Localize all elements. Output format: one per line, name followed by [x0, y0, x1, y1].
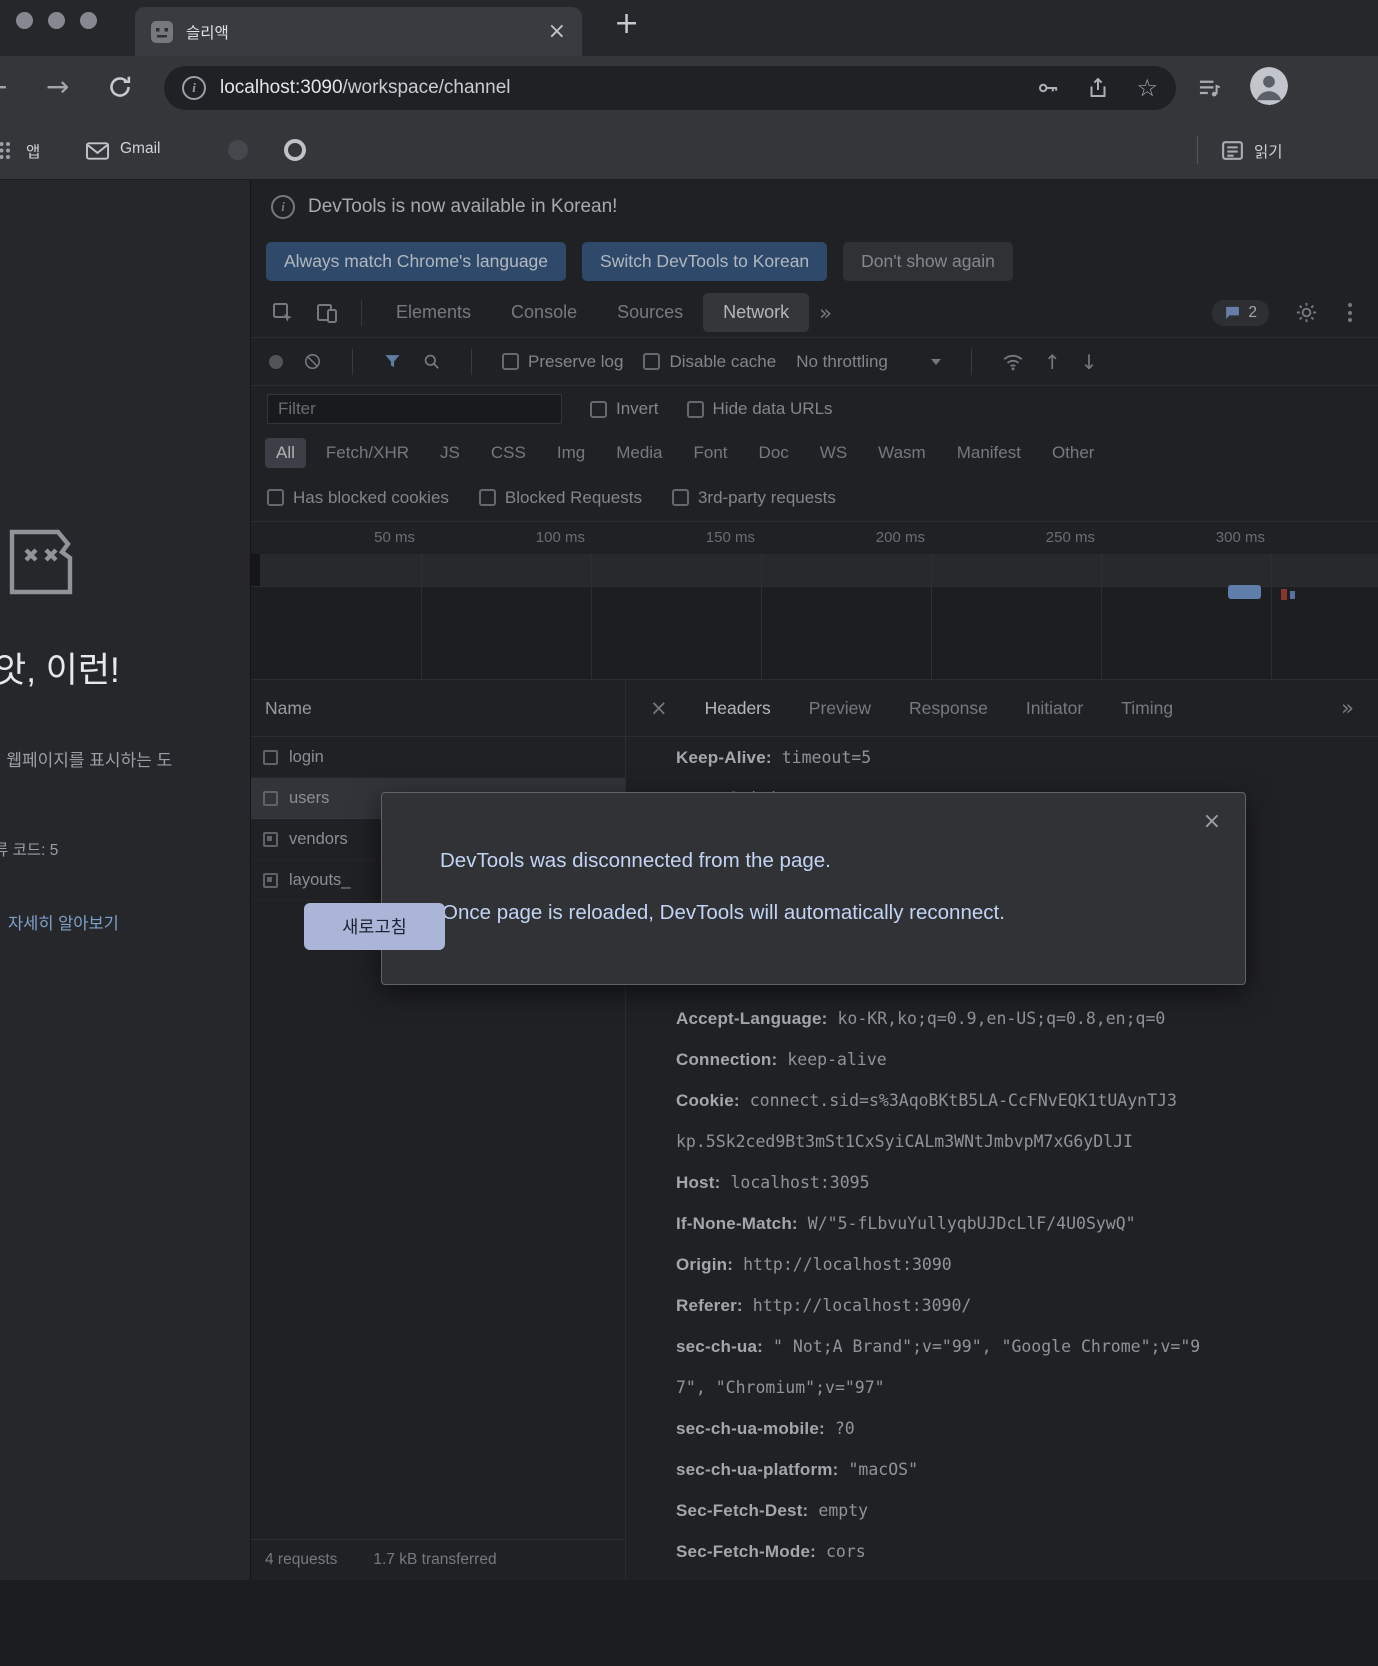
learn-more-link[interactable]: 자세히 알아보기 — [8, 910, 119, 934]
profile-avatar[interactable] — [1250, 67, 1288, 105]
bookmarks-divider — [1197, 136, 1198, 164]
reading-list-label[interactable]: 읽기 — [1254, 140, 1283, 162]
url-host: localhost:3090 — [220, 77, 343, 98]
window-titlebar: 슬리액 × + — [0, 0, 1378, 56]
disconnect-dialog: × DevTools was disconnected from the pag… — [381, 792, 1246, 985]
bookmark-favicon[interactable] — [284, 139, 306, 161]
broken-file-icon — [6, 526, 90, 598]
forward-icon[interactable]: → — [46, 70, 69, 103]
gmail-bookmark[interactable]: Gmail — [120, 140, 160, 158]
apps-grid-icon[interactable] — [0, 141, 11, 160]
dialog-message-line2: Once page is reloaded, DevTools will aut… — [442, 901, 1005, 924]
bookmark-favicon[interactable] — [228, 140, 248, 160]
browser-tab[interactable]: 슬리액 × — [135, 7, 582, 56]
devtools-panel: i DevTools is now available in Korean! A… — [250, 180, 1378, 1580]
password-key-icon[interactable] — [1036, 76, 1060, 100]
share-icon[interactable] — [1086, 76, 1110, 100]
window-controls — [16, 12, 97, 29]
reload-icon[interactable] — [106, 73, 134, 101]
close-icon[interactable]: × — [1203, 809, 1221, 834]
back-icon[interactable]: ← — [0, 70, 7, 103]
minimize-window-button[interactable] — [48, 12, 65, 29]
error-code: 류 코드: 5 — [0, 842, 59, 859]
bookmark-star-icon[interactable]: ☆ — [1136, 76, 1158, 100]
gmail-icon[interactable] — [86, 142, 109, 160]
address-bar[interactable]: i localhost:3090 /workspace/channel ☆ — [164, 66, 1176, 110]
tab-close-icon[interactable]: × — [548, 20, 566, 43]
apps-shortcut[interactable]: 앱 — [26, 140, 40, 162]
close-window-button[interactable] — [16, 12, 33, 29]
bookmarks-bar: 앱 Gmail 읽기 — [0, 120, 1378, 180]
reading-list-icon[interactable] — [1220, 138, 1245, 163]
browser-toolbar: ← → i localhost:3090 /workspace/channel … — [0, 56, 1378, 120]
tab-favicon — [151, 20, 173, 43]
dialog-message-line1: DevTools was disconnected from the page. — [440, 849, 831, 872]
new-tab-button[interactable]: + — [614, 6, 639, 41]
site-info-icon[interactable]: i — [182, 76, 206, 100]
tab-title: 슬리액 — [186, 24, 229, 42]
error-page: 앗, 이런! 이 웹페이지를 표시하는 도 류 코드: 5 자세히 알아보기 — [0, 180, 250, 1580]
error-title: 앗, 이런! — [0, 651, 120, 690]
maximize-window-button[interactable] — [80, 12, 97, 29]
error-message: 이 웹페이지를 표시하는 도 — [0, 751, 173, 770]
media-controls-icon[interactable] — [1196, 75, 1223, 102]
url-path: /workspace/channel — [342, 77, 511, 98]
reload-button[interactable]: 새로고침 — [304, 903, 445, 950]
